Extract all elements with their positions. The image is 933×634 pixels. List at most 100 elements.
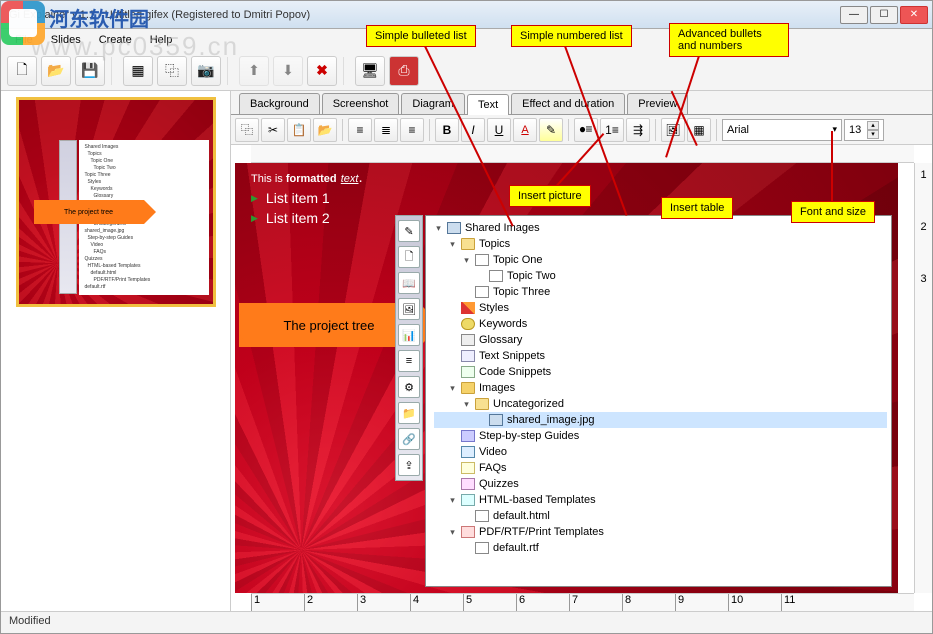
tree-item-label: Topic One: [493, 254, 543, 266]
font-color-button[interactable]: A: [513, 118, 537, 142]
expand-toggle-icon[interactable]: [448, 432, 457, 441]
menu-help[interactable]: Help: [142, 31, 181, 49]
expand-toggle-icon[interactable]: ▾: [448, 496, 457, 505]
tree-item-video[interactable]: Video: [434, 444, 887, 460]
expand-toggle-icon[interactable]: ▾: [448, 528, 457, 537]
tab-text[interactable]: Text: [467, 94, 509, 115]
expand-toggle-icon[interactable]: [462, 512, 471, 521]
expand-toggle-icon[interactable]: ▾: [462, 400, 471, 409]
advanced-list-button[interactable]: ⇶: [626, 118, 650, 142]
status-text: Modified: [9, 615, 51, 627]
tree-item-icon: [461, 430, 475, 442]
expand-toggle-icon[interactable]: ▾: [448, 384, 457, 393]
tree-item-faqs[interactable]: FAQs: [434, 460, 887, 476]
tree-item-images[interactable]: ▾Images: [434, 380, 887, 396]
tree-item-keywords[interactable]: Keywords: [434, 316, 887, 332]
tree-item-label: Glossary: [479, 334, 522, 346]
expand-toggle-icon[interactable]: [448, 464, 457, 473]
slide-text-block[interactable]: This is formatted text. List item 1 List…: [251, 169, 363, 226]
tree-item-text-snippets[interactable]: Text Snippets: [434, 348, 887, 364]
tab-screenshot[interactable]: Screenshot: [322, 93, 400, 114]
insert-table-button[interactable]: ▦: [687, 118, 711, 142]
close-button[interactable]: ✕: [900, 6, 928, 24]
underline-button[interactable]: U: [487, 118, 511, 142]
font-size-up[interactable]: ▴: [867, 121, 879, 130]
tree-item-label: Uncategorized: [493, 398, 564, 410]
menu-create[interactable]: Create: [91, 31, 140, 49]
tree-item-quizzes[interactable]: Quizzes: [434, 476, 887, 492]
tree-item-topic-three[interactable]: Topic Three: [434, 284, 887, 300]
expand-toggle-icon[interactable]: [448, 320, 457, 329]
tree-item-shared-image-jpg[interactable]: shared_image.jpg: [434, 412, 887, 428]
font-size-down[interactable]: ▾: [867, 130, 879, 139]
move-down-button[interactable]: ⬇: [273, 56, 303, 86]
export-pdf-button[interactable]: ⎙: [389, 56, 419, 86]
tree-item-icon: [461, 478, 475, 490]
capture-button[interactable]: 📷: [191, 56, 221, 86]
tree-item-label: default.rtf: [493, 542, 539, 554]
slide-editor[interactable]: This is formatted text. List item 1 List…: [235, 163, 898, 593]
align-left-button[interactable]: ≡: [348, 118, 372, 142]
open-file-button[interactable]: 📂: [313, 118, 337, 142]
tree-item-icon: [475, 286, 489, 298]
tree-item-pdf-rtf-print-templates[interactable]: ▾PDF/RTF/Print Templates: [434, 524, 887, 540]
highlight-button[interactable]: ✎: [539, 118, 563, 142]
duplicate-slide-button[interactable]: ⿻: [157, 56, 187, 86]
align-center-button[interactable]: ≣: [374, 118, 398, 142]
align-right-button[interactable]: ≡: [400, 118, 424, 142]
add-slide-button[interactable]: ▦: [123, 56, 153, 86]
bold-button[interactable]: B: [435, 118, 459, 142]
expand-toggle-icon[interactable]: [462, 288, 471, 297]
expand-toggle-icon[interactable]: ▾: [434, 224, 443, 233]
expand-toggle-icon[interactable]: [448, 352, 457, 361]
slides-panel: Shared ImagesTopicsTopic OneTopic TwoTop…: [1, 91, 231, 611]
callout-insert-picture: Insert picture: [509, 185, 591, 207]
tree-item-icon: [489, 270, 503, 282]
tree-item-step-by-step-guides[interactable]: Step-by-step Guides: [434, 428, 887, 444]
cut-button[interactable]: ✂: [261, 118, 285, 142]
save-button[interactable]: 💾: [75, 56, 105, 86]
expand-toggle-icon[interactable]: ▾: [448, 240, 457, 249]
copy-button[interactable]: ⿻: [235, 118, 259, 142]
tree-item-html-based-templates[interactable]: ▾HTML-based Templates: [434, 492, 887, 508]
numbered-list-button[interactable]: 1≡: [600, 118, 624, 142]
expand-toggle-icon[interactable]: [448, 304, 457, 313]
tab-effect-duration[interactable]: Effect and duration: [511, 93, 625, 114]
expand-toggle-icon[interactable]: ▾: [462, 256, 471, 265]
expand-toggle-icon[interactable]: [448, 480, 457, 489]
maximize-button[interactable]: ☐: [870, 6, 898, 24]
font-family-combo[interactable]: Arial: [722, 119, 842, 141]
paste-button[interactable]: 📋: [287, 118, 311, 142]
tree-item-styles[interactable]: Styles: [434, 300, 887, 316]
new-button[interactable]: 🗋: [7, 56, 37, 86]
expand-toggle-icon[interactable]: [448, 336, 457, 345]
tree-item-code-snippets[interactable]: Code Snippets: [434, 364, 887, 380]
expand-toggle-icon[interactable]: [476, 416, 485, 425]
expand-toggle-icon[interactable]: [448, 448, 457, 457]
tree-item-glossary[interactable]: Glossary: [434, 332, 887, 348]
open-button[interactable]: 📂: [41, 56, 71, 86]
tree-item-default-html[interactable]: default.html: [434, 508, 887, 524]
minimize-button[interactable]: —: [840, 6, 868, 24]
tree-item-icon: [461, 350, 475, 362]
expand-toggle-icon[interactable]: [476, 272, 485, 281]
delete-button[interactable]: ✖: [307, 56, 337, 86]
source-site-logo: [1, 1, 45, 45]
tree-item-label: Styles: [479, 302, 509, 314]
expand-toggle-icon[interactable]: [462, 544, 471, 553]
tree-item-uncategorized[interactable]: ▾ Uncategorized: [434, 396, 887, 412]
export-button[interactable]: 🖥: [355, 56, 385, 86]
tab-background[interactable]: Background: [239, 93, 320, 114]
embedded-page-icon: 🗋: [398, 246, 420, 268]
menu-slides[interactable]: Slides: [43, 31, 89, 49]
tree-item-default-rtf[interactable]: default.rtf: [434, 540, 887, 556]
tree-item-label: Code Snippets: [479, 366, 551, 378]
tree-item-topic-one[interactable]: ▾ Topic One: [434, 252, 887, 268]
tree-item-topics[interactable]: ▾ Topics: [434, 236, 887, 252]
slide-thumbnail-1[interactable]: Shared ImagesTopicsTopic OneTopic TwoTop…: [16, 97, 216, 307]
tree-item-label: Topics: [479, 238, 510, 250]
tree-item-topic-two[interactable]: Topic Two: [434, 268, 887, 284]
font-size-spinner[interactable]: 13 ▴▾: [844, 119, 884, 141]
expand-toggle-icon[interactable]: [448, 368, 457, 377]
move-up-button[interactable]: ⬆: [239, 56, 269, 86]
